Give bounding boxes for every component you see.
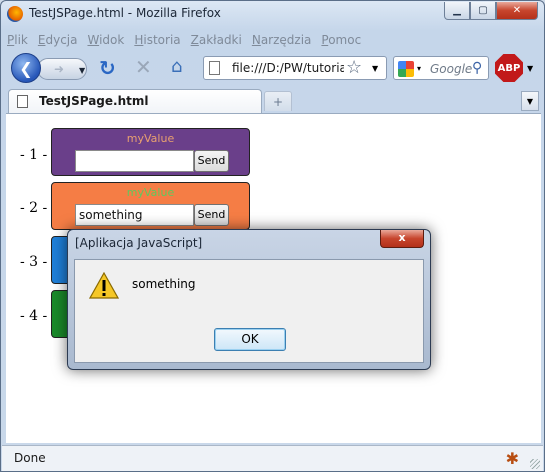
search-input[interactable]: Google: [430, 62, 472, 76]
ok-button[interactable]: OK: [214, 328, 286, 351]
menu-bookmarks[interactable]: Zakładki: [191, 33, 242, 47]
row-label-4: - 4 -: [20, 308, 48, 324]
menu-history[interactable]: Historia: [134, 33, 180, 47]
panel-1: myValue Send: [51, 128, 250, 176]
back-arrow-icon: ❮: [19, 58, 33, 78]
send-button[interactable]: Send: [194, 204, 229, 226]
page-icon: [209, 61, 220, 75]
menu-tools[interactable]: Narzędzia: [252, 33, 312, 47]
value-input[interactable]: [75, 150, 194, 172]
dialog-title: [Aplikacja JavaScript]: [75, 236, 203, 250]
alert-dialog: [Aplikacja JavaScript] x something OK: [67, 229, 431, 370]
dialog-message: something: [132, 277, 196, 291]
page-icon: [17, 95, 28, 108]
url-bar[interactable]: file:///D:/PW/tutoria ☆ ▼: [203, 56, 387, 80]
row-label-3: - 3 -: [20, 254, 48, 270]
menu-edit[interactable]: Edycja: [38, 33, 78, 47]
search-engine-dropdown-icon[interactable]: ▾: [417, 64, 421, 73]
status-text: Done: [14, 451, 46, 465]
back-button[interactable]: ❮: [11, 53, 41, 83]
navigation-toolbar: ➜ ▼ ❮ ↻ ✕ ⌂ file:///D:/PW/tutoria ☆ ▼ ▾ …: [7, 52, 540, 84]
firefox-icon: [7, 6, 23, 22]
adblock-dropdown-icon[interactable]: ▼: [527, 64, 533, 73]
tab-strip: TestJSPage.html + ▼: [2, 87, 543, 113]
caption-buttons: ▁ ▢ ✕: [444, 2, 538, 20]
star-icon[interactable]: ☆: [346, 57, 362, 78]
stop-icon[interactable]: ✕: [135, 55, 152, 79]
search-bar[interactable]: ▾ Google ⚲: [393, 56, 489, 80]
status-bar: Done ✱: [2, 445, 543, 471]
search-icon[interactable]: ⚲: [472, 60, 482, 76]
row-label-1: - 1 -: [20, 147, 48, 163]
panel-title: myValue: [126, 132, 175, 145]
close-button[interactable]: ✕: [496, 2, 538, 20]
adblock-label: ABP: [497, 62, 521, 74]
adblock-icon[interactable]: ABP: [495, 54, 523, 82]
menu-file[interactable]: Plik: [7, 33, 28, 47]
menu-help[interactable]: Pomoc: [321, 33, 361, 47]
row-label-2: - 2 -: [20, 200, 48, 216]
menu-bar: Plik Edycja Widok Historia Zakładki Narz…: [7, 33, 361, 47]
google-icon[interactable]: [398, 61, 414, 77]
home-icon[interactable]: ⌂: [171, 56, 182, 77]
history-dropdown-icon[interactable]: ▼: [79, 66, 85, 75]
tab-list-icon[interactable]: ▼: [521, 91, 539, 111]
menu-view[interactable]: Widok: [87, 33, 124, 47]
tab-label: TestJSPage.html: [39, 94, 149, 108]
value-input[interactable]: something: [75, 204, 194, 226]
warning-icon: [89, 272, 119, 299]
panel-title: myValue: [126, 186, 175, 199]
minimize-button[interactable]: ▁: [444, 2, 470, 20]
send-button[interactable]: Send: [194, 150, 229, 172]
maximize-button[interactable]: ▢: [470, 2, 496, 20]
panel-2: myValue something Send: [51, 182, 250, 230]
dialog-close-button[interactable]: x: [380, 230, 424, 248]
bug-icon[interactable]: ✱: [506, 449, 519, 468]
tab-testjspage[interactable]: TestJSPage.html: [8, 89, 262, 113]
dialog-body: something OK: [74, 259, 424, 363]
title-bar: TestJSPage.html - Mozilla Firefox ▁ ▢ ✕: [1, 1, 544, 29]
window-title: TestJSPage.html - Mozilla Firefox: [29, 6, 221, 20]
url-dropdown-icon[interactable]: ▼: [372, 64, 378, 73]
new-tab-button[interactable]: +: [264, 91, 292, 111]
reload-icon[interactable]: ↻: [99, 56, 116, 80]
url-text[interactable]: file:///D:/PW/tutoria: [232, 61, 344, 75]
resize-grip[interactable]: [530, 459, 540, 469]
